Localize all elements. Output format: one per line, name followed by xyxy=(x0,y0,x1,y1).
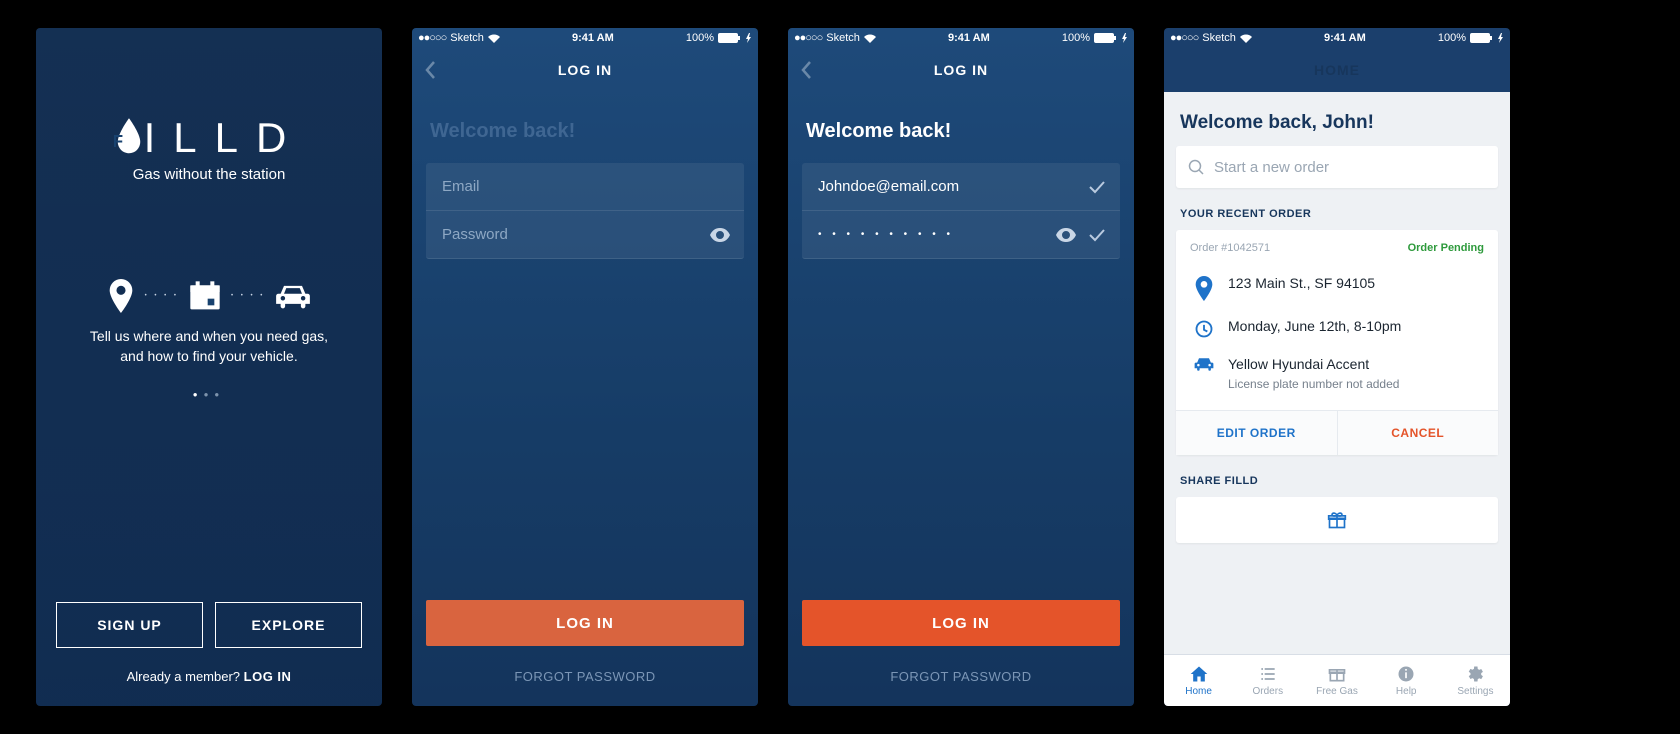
home-content: Welcome back, John! Start a new order YO… xyxy=(1164,92,1510,654)
nav-bar: LOG IN xyxy=(788,48,1134,92)
login-button[interactable]: LOG IN xyxy=(802,600,1120,646)
status-time: 9:41 AM xyxy=(1252,32,1438,44)
back-icon[interactable] xyxy=(800,60,812,80)
wifi-icon xyxy=(1240,34,1252,43)
wifi-icon xyxy=(864,34,876,43)
calendar-icon xyxy=(189,281,221,311)
email-field-wrap xyxy=(802,163,1120,211)
login-empty-screen: ●●○○○Sketch 9:41 AM 100% LOG IN Welcome … xyxy=(412,28,758,706)
cancel-order-button[interactable]: CANCEL xyxy=(1338,411,1499,455)
tab-freegas[interactable]: Free Gas xyxy=(1302,655,1371,706)
login-button[interactable]: LOG IN xyxy=(426,600,744,646)
nav-title: HOME xyxy=(1314,62,1360,78)
edit-order-button[interactable]: EDIT ORDER xyxy=(1176,411,1338,455)
order-car: Yellow Hyundai Accent License plate numb… xyxy=(1228,355,1399,392)
onboarding-screen: FILLD Gas without the station • • • • • … xyxy=(36,28,382,706)
back-icon[interactable] xyxy=(424,60,436,80)
gift-icon xyxy=(1327,510,1347,530)
password-field-wrap xyxy=(426,211,744,259)
onboarding-text: Tell us where and when you need gas, and… xyxy=(72,327,346,366)
already-member-row: Already a member? LOG IN xyxy=(36,669,382,684)
list-icon xyxy=(1258,664,1278,684)
share-card[interactable] xyxy=(1176,497,1498,543)
drop-icon: F xyxy=(114,118,144,156)
email-field-wrap xyxy=(426,163,744,211)
tab-settings[interactable]: Settings xyxy=(1441,655,1510,706)
car-icon xyxy=(1194,357,1214,371)
order-car-sub: License plate number not added xyxy=(1228,376,1399,392)
order-status: Order Pending xyxy=(1408,242,1484,254)
tab-home[interactable]: Home xyxy=(1164,655,1233,706)
order-address: 123 Main St., SF 94105 xyxy=(1228,274,1375,293)
status-bar: ●●○○○Sketch 9:41 AM 100% xyxy=(1164,28,1510,48)
recent-order-card: Order #1042571 Order Pending 123 Main St… xyxy=(1176,230,1498,455)
home-screen: ●●○○○Sketch 9:41 AM 100% HOME Welcome ba… xyxy=(1164,28,1510,706)
svg-text:F: F xyxy=(114,131,144,151)
battery-icon xyxy=(1094,33,1118,43)
home-icon xyxy=(1189,664,1209,684)
search-icon xyxy=(1188,159,1204,175)
welcome-heading: Welcome back! xyxy=(788,92,1134,163)
nav-bar: LOG IN xyxy=(412,48,758,92)
recent-order-section-title: YOUR RECENT ORDER xyxy=(1180,208,1494,220)
status-bar: ●●○○○Sketch 9:41 AM 100% xyxy=(788,28,1134,48)
info-icon xyxy=(1396,664,1416,684)
password-input[interactable] xyxy=(442,226,728,243)
welcome-heading: Welcome back! xyxy=(412,92,758,163)
status-time: 9:41 AM xyxy=(500,32,686,44)
gift-icon xyxy=(1327,664,1347,684)
page-indicator: ●●● xyxy=(72,390,346,399)
bolt-icon xyxy=(1498,33,1504,43)
battery-icon xyxy=(718,33,742,43)
email-input[interactable] xyxy=(442,178,728,195)
explore-button[interactable]: EXPLORE xyxy=(215,602,362,648)
nav-title: LOG IN xyxy=(558,62,612,78)
new-order-search[interactable]: Start a new order xyxy=(1176,146,1498,188)
check-icon xyxy=(1088,228,1106,242)
login-filled-screen: ●●○○○Sketch 9:41 AM 100% LOG IN Welcome … xyxy=(788,28,1134,706)
onboarding-slide: • • • • • • • • Tell us where and when y… xyxy=(36,279,382,399)
onboarding-icons: • • • • • • • • xyxy=(72,279,346,313)
signup-button[interactable]: SIGN UP xyxy=(56,602,203,648)
nav-bar: HOME xyxy=(1164,48,1510,92)
pin-icon xyxy=(1194,276,1214,301)
order-time: Monday, June 12th, 8-10pm xyxy=(1228,317,1401,336)
bolt-icon xyxy=(1122,33,1128,43)
wifi-icon xyxy=(488,34,500,43)
status-time: 9:41 AM xyxy=(876,32,1062,44)
eye-icon[interactable] xyxy=(710,228,730,242)
battery-icon xyxy=(1470,33,1494,43)
eye-icon[interactable] xyxy=(1056,228,1076,242)
brand-block: FILLD Gas without the station xyxy=(36,114,382,183)
password-input[interactable]: • • • • • • • • • • xyxy=(818,229,954,240)
nav-title: LOG IN xyxy=(934,62,988,78)
check-icon xyxy=(1088,180,1106,194)
forgot-password-link[interactable]: FORGOT PASSWORD xyxy=(412,669,758,684)
password-field-wrap: • • • • • • • • • • xyxy=(802,211,1120,259)
tab-orders[interactable]: Orders xyxy=(1233,655,1302,706)
search-placeholder: Start a new order xyxy=(1214,159,1329,176)
status-bar: ●●○○○Sketch 9:41 AM 100% xyxy=(412,28,758,48)
brand-logo: FILLD xyxy=(36,114,382,162)
tab-bar: Home Orders Free Gas Help Settings xyxy=(1164,654,1510,706)
bolt-icon xyxy=(746,33,752,43)
pin-icon xyxy=(107,279,135,313)
login-link[interactable]: LOG IN xyxy=(244,669,292,684)
tab-help[interactable]: Help xyxy=(1372,655,1441,706)
forgot-password-link[interactable]: FORGOT PASSWORD xyxy=(788,669,1134,684)
share-section-title: SHARE FILLD xyxy=(1180,475,1494,487)
clock-icon xyxy=(1194,319,1214,339)
order-number: Order #1042571 xyxy=(1190,242,1270,254)
car-icon xyxy=(275,283,311,309)
welcome-heading: Welcome back, John! xyxy=(1180,112,1494,134)
brand-tagline: Gas without the station xyxy=(36,166,382,183)
gear-icon xyxy=(1465,664,1485,684)
email-input[interactable] xyxy=(818,178,1104,195)
